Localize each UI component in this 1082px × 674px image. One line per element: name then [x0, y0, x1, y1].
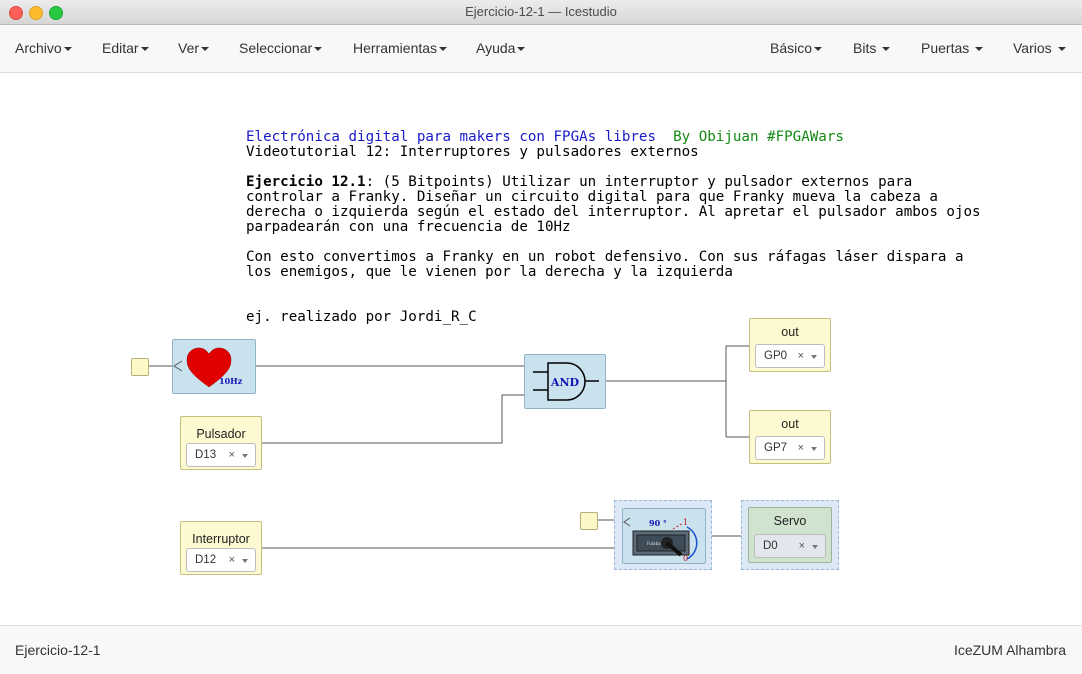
servo-output-outer[interactable]: Servo D0 ×: [741, 500, 839, 570]
caret-down-icon: [439, 47, 448, 52]
dropdown-arrow-icon[interactable]: [811, 447, 817, 451]
wires-layer: [148, 345, 749, 549]
output-gp0-label: out: [781, 325, 799, 339]
and-gate-block[interactable]: AND: [524, 354, 606, 409]
and-gate-icon: AND: [533, 362, 599, 401]
dropdown-arrow-icon[interactable]: [811, 355, 817, 359]
servo-output-block[interactable]: Servo D0 ×: [748, 507, 832, 563]
dropdown-arrow-icon[interactable]: [242, 559, 248, 563]
clear-icon[interactable]: ×: [799, 540, 805, 552]
caret-down-icon: [63, 47, 72, 52]
window-title: Ejercicio-12-1 — Icestudio: [465, 4, 617, 19]
output-gp7-label: out: [781, 417, 799, 431]
caret-down-icon: [882, 47, 891, 52]
menu-basico[interactable]: Básico: [770, 40, 823, 56]
clear-icon[interactable]: ×: [798, 350, 804, 362]
clock-input-port[interactable]: [131, 358, 149, 376]
heart-10hz-block[interactable]: 10Hz: [172, 339, 256, 394]
caret-down-icon: [517, 47, 526, 52]
output-gp0-pin-select[interactable]: GP0 ×: [755, 344, 825, 368]
dropdown-arrow-icon[interactable]: [812, 545, 818, 549]
caret-down-icon: [1057, 47, 1066, 52]
interruptor-pin-value: D12: [195, 554, 217, 566]
and-gate-label: AND: [550, 376, 580, 389]
menu-puertas[interactable]: Puertas: [921, 40, 984, 56]
menu-archivo[interactable]: Archivo: [15, 40, 72, 56]
servo-output-label: Servo: [773, 514, 807, 528]
servo-brand-label: Futaba: [647, 541, 661, 546]
pulsador-pin-select[interactable]: D13 ×: [186, 443, 256, 467]
menu-bits[interactable]: Bits: [853, 40, 891, 56]
menu-bar: Archivo Editar Ver Seleccionar Herramien…: [0, 25, 1082, 73]
pulsador-pin-value: D13: [195, 449, 217, 461]
caret-down-icon: [140, 47, 149, 52]
menu-seleccionar[interactable]: Seleccionar: [239, 40, 323, 56]
output-gp7-block[interactable]: out GP7 ×: [749, 410, 831, 464]
interruptor-pin-select[interactable]: D12 ×: [186, 548, 256, 572]
servo-pin-select[interactable]: D0 ×: [754, 534, 826, 558]
caret-down-icon: [814, 47, 823, 52]
design-canvas[interactable]: Electrónica digital para makers con FPGA…: [0, 73, 1082, 625]
servo-clock-input-port[interactable]: [580, 512, 598, 530]
clear-icon[interactable]: ×: [229, 449, 235, 461]
output-gp0-pin-value: GP0: [764, 350, 788, 362]
servo-zero-label: 0: [683, 554, 688, 563]
pulsador-input-block[interactable]: Pulsador D13 ×: [180, 416, 262, 470]
output-gp7-pin-value: GP7: [764, 442, 788, 454]
caret-down-icon: [314, 47, 323, 52]
output-gp7-pin-select[interactable]: GP7 ×: [755, 436, 825, 460]
menu-ayuda[interactable]: Ayuda: [476, 40, 526, 56]
status-board-name[interactable]: IceZUM Alhambra: [954, 642, 1066, 658]
servo-angle-label: 90 °: [649, 518, 667, 528]
status-bar: Ejercicio-12-1 IceZUM Alhambra: [0, 625, 1082, 674]
servo-driver-inner: 90 ° 1 0 Futaba: [622, 508, 706, 564]
output-gp0-block[interactable]: out GP0 ×: [749, 318, 831, 372]
servo-motor-icon: 90 ° 1 0 Futaba: [623, 517, 698, 563]
status-project-name: Ejercicio-12-1: [15, 642, 101, 658]
dropdown-arrow-icon[interactable]: [242, 454, 248, 458]
pulsador-label: Pulsador: [196, 427, 246, 441]
clear-icon[interactable]: ×: [229, 554, 235, 566]
wire-pulsador-and: [262, 394, 524, 444]
caret-down-icon: [975, 47, 984, 52]
servo-driver-block[interactable]: 90 ° 1 0 Futaba: [614, 500, 712, 570]
servo-pin-value: D0: [763, 540, 778, 552]
menu-herramientas[interactable]: Herramientas: [353, 40, 448, 56]
heart-icon: [173, 347, 232, 388]
interruptor-input-block[interactable]: Interruptor D12 ×: [180, 521, 262, 575]
interruptor-label: Interruptor: [192, 532, 250, 546]
menu-varios[interactable]: Varios: [1013, 40, 1066, 56]
menu-editar[interactable]: Editar: [102, 40, 149, 56]
caret-down-icon: [201, 47, 210, 52]
servo-one-label: 1: [683, 518, 688, 527]
clear-icon[interactable]: ×: [798, 442, 804, 454]
menu-ver[interactable]: Ver: [178, 40, 210, 56]
heart-freq-label: 10Hz: [219, 376, 243, 386]
window-titlebar: Ejercicio-12-1 — Icestudio: [0, 0, 1082, 25]
